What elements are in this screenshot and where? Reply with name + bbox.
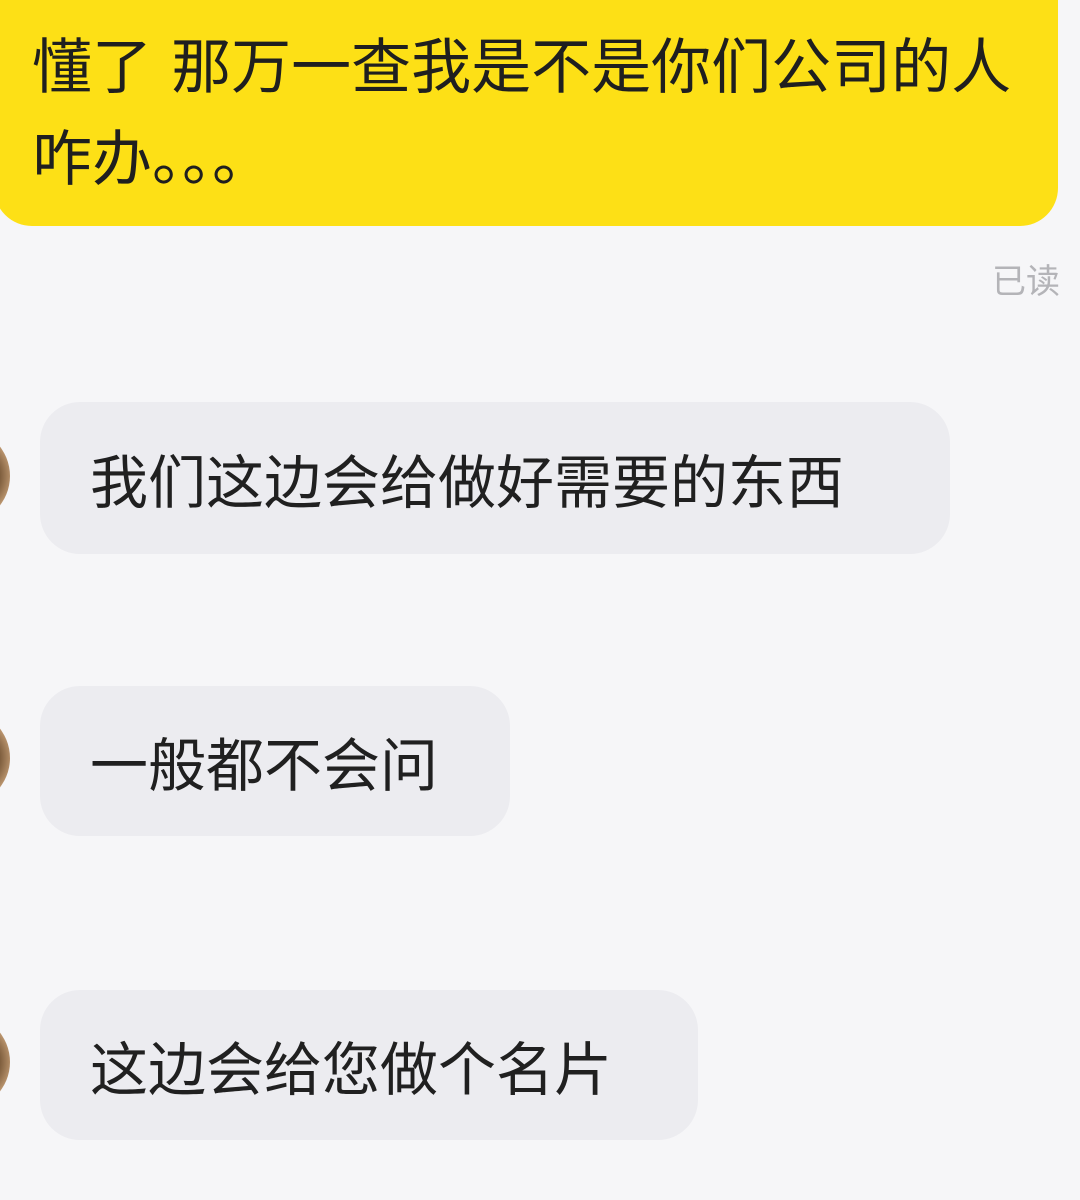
outgoing-message-text: 懂了 那万一查我是不是你们公司的人咋办。。。 — [32, 33, 1012, 195]
incoming-message-text: 这边会给您做个名片 — [90, 1036, 613, 1104]
incoming-message-text: 我们这边会给做好需要的东西 — [90, 449, 845, 517]
user-avatar-icon[interactable] — [0, 428, 10, 524]
user-avatar-icon[interactable] — [0, 710, 10, 806]
incoming-message-text: 一般都不会问 — [90, 732, 439, 800]
incoming-message-bubble[interactable]: 这边会给您做个名片 — [40, 990, 698, 1140]
read-receipt-label: 已读 — [992, 262, 1060, 302]
outgoing-message-bubble[interactable]: 懂了 那万一查我是不是你们公司的人咋办。。。 — [0, 0, 1058, 226]
incoming-message-bubble[interactable]: 我们这边会给做好需要的东西 — [40, 402, 950, 554]
incoming-message-bubble[interactable]: 一般都不会问 — [40, 686, 510, 836]
user-avatar-icon[interactable] — [0, 1014, 10, 1110]
